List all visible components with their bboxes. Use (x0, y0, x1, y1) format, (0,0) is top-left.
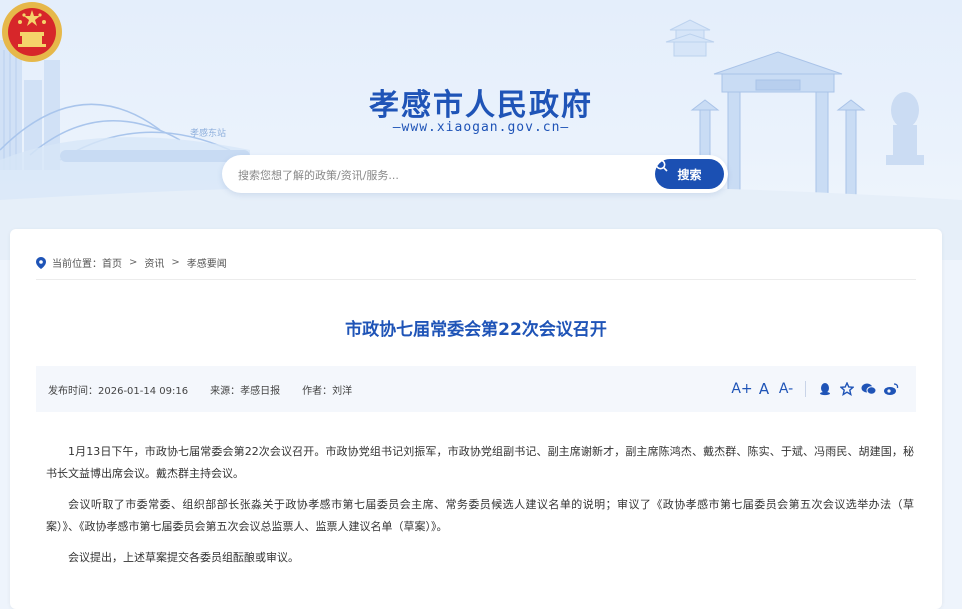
breadcrumb-separator: > (129, 257, 138, 268)
article-card: 当前位置： 首页 > 资讯 > 孝感要闻 市政协七届常委会第22次会议召开 发布… (10, 229, 942, 609)
weibo-share-icon[interactable] (880, 378, 902, 400)
article-paragraph: 会议提出，上述草案提交各委员组酝酿或审议。 (68, 551, 299, 564)
search-box: 搜索 (222, 155, 728, 193)
location-pin-icon (36, 256, 46, 269)
qq-share-icon[interactable] (814, 378, 836, 400)
breadcrumb-prefix: 当前位置： (52, 259, 102, 270)
tools-divider (805, 381, 806, 397)
header-banner: 孝感东站 孝感市人民政府 —www.xiaogan.gov.cn— 搜索您想了解… (0, 0, 962, 260)
breadcrumb: 当前位置： 首页 > 资讯 > 孝感要闻 (36, 255, 227, 270)
wechat-share-icon[interactable] (858, 378, 880, 400)
article-author: 作者：刘洋 (302, 386, 353, 397)
favorite-star-icon[interactable] (836, 378, 858, 400)
divider (36, 279, 916, 280)
article-tools: A+ A A- (731, 378, 902, 400)
publish-time: 发布时间：2026-01-14 09:16 (48, 386, 189, 397)
article-body: 1月13日下午，市政协七届常委会第22次会议召开。市政协党组书记刘振军，市政协党… (46, 441, 914, 578)
breadcrumb-local-news[interactable]: 孝感要闻 (187, 255, 227, 270)
article-paragraph: 会议听取了市委常委、组织部部长张淼关于政协孝感市第七届委员会主席、常务委员候选人… (46, 498, 914, 533)
breadcrumb-separator: > (171, 257, 180, 268)
font-normal-button[interactable]: A (753, 378, 775, 400)
article-meta-bar: 发布时间：2026-01-14 09:16 来源：孝感日报 作者：刘洋 A+ A… (36, 366, 916, 412)
font-smaller-button[interactable]: A- (775, 378, 797, 400)
breadcrumb-news[interactable]: 资讯 (144, 255, 164, 270)
search-button-label: 搜索 (677, 167, 702, 182)
article-paragraph: 1月13日下午，市政协七届常委会第22次会议召开。市政协党组书记刘振军，市政协党… (46, 445, 914, 480)
national-emblem-icon (2, 2, 62, 62)
search-input[interactable] (236, 164, 640, 186)
font-larger-button[interactable]: A+ (731, 378, 753, 400)
article-source: 来源：孝感日报 (210, 386, 281, 397)
search-button[interactable]: 搜索 (655, 159, 724, 189)
site-title: 孝感市人民政府 (369, 88, 593, 123)
site-domain: —www.xiaogan.gov.cn— (392, 120, 570, 135)
article-title: 市政协七届常委会第22次会议召开 (345, 320, 607, 340)
breadcrumb-home[interactable]: 首页 (102, 255, 122, 270)
search-icon (655, 159, 668, 172)
